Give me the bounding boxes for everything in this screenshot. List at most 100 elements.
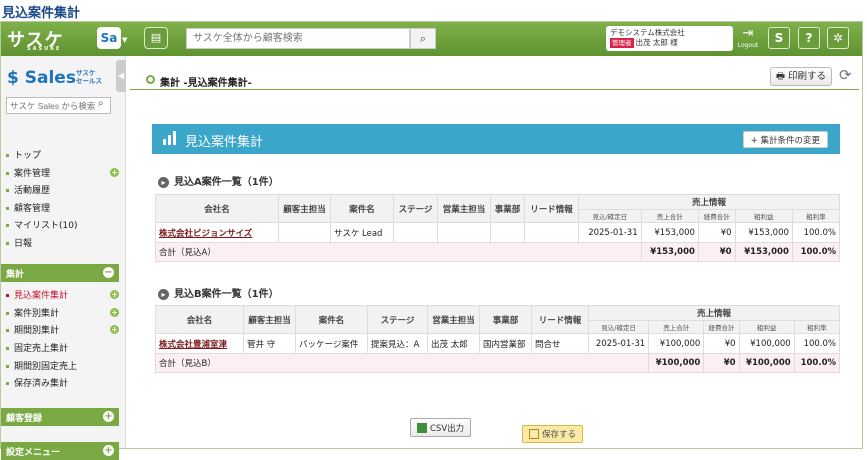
search-icon[interactable]: ⌕ bbox=[98, 98, 104, 109]
sidebar-search-input[interactable] bbox=[6, 97, 111, 114]
user-info[interactable]: デモシステム株式会社 管理者 出茂 太郎 様 bbox=[606, 26, 733, 51]
cell-expense-total: ¥0 bbox=[697, 222, 736, 243]
col-division: 事業部 bbox=[490, 194, 525, 223]
col-expense-total: 経費合計 bbox=[703, 320, 740, 334]
col-sales-info: 売上情報 bbox=[588, 305, 840, 321]
company-link[interactable]: 株式会社ビジョンサイズ bbox=[155, 222, 279, 243]
company-link[interactable]: 株式会社豊浦室津 bbox=[155, 333, 244, 354]
cell-division bbox=[490, 222, 525, 243]
col-division: 事業部 bbox=[479, 305, 532, 334]
breadcrumb-icon bbox=[146, 75, 155, 84]
col-date: 見込/確定日 bbox=[587, 320, 650, 334]
bar-chart-icon bbox=[163, 131, 176, 145]
col-margin: 粗利率 bbox=[791, 209, 841, 223]
reload-icon[interactable]: ⟳ bbox=[839, 66, 852, 84]
sidebar-item-saved-totals[interactable]: 保存済み集計 bbox=[6, 376, 68, 389]
forecast-b-table: 会社名 顧客主担当 案件名 ステージ 営業主担当 事業部 リード情報 売上情報 … bbox=[154, 305, 841, 373]
save-button[interactable]: 保存する bbox=[522, 425, 584, 443]
chevron-down-icon[interactable]: ▼ bbox=[122, 36, 127, 44]
banner-title: 見込案件集計 bbox=[185, 135, 264, 150]
col-sales-total: 売上合計 bbox=[640, 209, 699, 223]
total-gross-profit: ¥100,000 bbox=[738, 353, 795, 373]
help-icon[interactable]: ? bbox=[798, 27, 820, 49]
table-row: 株式会社ビジョンサイズ サスケ Lead 2025-01-31 ¥153,000… bbox=[155, 222, 841, 243]
csv-icon bbox=[417, 423, 427, 433]
col-company: 会社名 bbox=[155, 305, 244, 334]
sidebar-section-total[interactable]: 集計 − bbox=[1, 264, 119, 282]
sidebar-item-daily-report[interactable]: 日報 bbox=[6, 236, 32, 249]
collapse-sidebar-button[interactable]: ◀ bbox=[116, 60, 126, 92]
total-expense: ¥0 bbox=[703, 353, 740, 373]
logout-label: Logout bbox=[737, 42, 759, 49]
page-title: 見込案件集計 bbox=[2, 6, 81, 21]
sidebar-item-forecast-total[interactable]: 見込案件集計 bbox=[6, 288, 68, 301]
cell-margin: 100.0% bbox=[793, 333, 841, 354]
cell-margin: 100.0% bbox=[791, 222, 841, 243]
cell-customer-rep: 菅井 守 bbox=[243, 333, 296, 354]
cell-stage: 提案見込：A bbox=[367, 333, 428, 354]
col-expense-total: 経費合計 bbox=[697, 209, 736, 223]
cell-lead bbox=[524, 222, 579, 243]
sidebar-item-deal-total[interactable]: 案件別集計 bbox=[6, 306, 59, 319]
gear-icon[interactable]: ✲ bbox=[827, 27, 849, 49]
col-gross-profit: 粗利益 bbox=[734, 209, 793, 223]
sidebar-item-activity[interactable]: 活動履歴 bbox=[6, 183, 50, 196]
user-name: 出茂 太郎 様 bbox=[635, 38, 678, 47]
forecast-a-table: 会社名 顧客主担当 案件名 ステージ 営業主担当 事業部 リード情報 売上情報 … bbox=[155, 194, 841, 262]
sidebar-item-period-fixed-sales[interactable]: 期間別固定売上 bbox=[6, 359, 77, 372]
message-icon[interactable]: ▤ bbox=[144, 27, 168, 49]
cell-deal: サスケ Lead bbox=[330, 222, 394, 243]
add-icon[interactable]: + bbox=[110, 290, 119, 299]
col-sales-info: 売上情報 bbox=[578, 194, 840, 210]
plus-icon: + bbox=[103, 411, 114, 422]
logout-button[interactable]: ⇥ Logout bbox=[737, 26, 759, 52]
global-search-input[interactable] bbox=[186, 28, 410, 49]
top-bar: サスケ SASUKE Sa ▼ ▤ ⌕ デモシステム株式会社 管理者出茂 太郎 … bbox=[1, 22, 862, 56]
role-badge: 管理者 bbox=[610, 38, 634, 48]
sidebar-item-deals[interactable]: 案件管理 bbox=[6, 166, 50, 179]
sidebar-item-period-total[interactable]: 期間別集計 bbox=[6, 323, 59, 336]
cell-lead: 問合せ bbox=[531, 333, 589, 354]
sasuke-logo[interactable]: サスケ SASUKE bbox=[7, 26, 64, 52]
col-sales-rep: 営業主担当 bbox=[437, 194, 491, 223]
sidebar-item-fixed-sales[interactable]: 固定売上集計 bbox=[6, 341, 68, 354]
cell-gross-profit: ¥100,000 bbox=[738, 333, 795, 354]
app-switcher-button[interactable]: Sa bbox=[97, 27, 121, 49]
print-button[interactable]: 🖶 印刷する bbox=[770, 67, 832, 86]
col-margin: 粗利率 bbox=[793, 320, 841, 334]
sasuke-home-icon[interactable]: S bbox=[768, 27, 790, 49]
cell-sales-total: ¥153,000 bbox=[640, 222, 699, 243]
total-label: 合計（見込A） bbox=[155, 242, 642, 262]
total-sales: ¥100,000 bbox=[648, 353, 705, 373]
col-deal: 案件名 bbox=[330, 194, 394, 223]
sidebar-item-customers[interactable]: 顧客管理 bbox=[6, 201, 50, 214]
save-icon bbox=[529, 429, 539, 439]
logo-subtext: SASUKE bbox=[27, 46, 62, 52]
search-icon[interactable]: ⌕ bbox=[410, 28, 436, 49]
total-expense: ¥0 bbox=[697, 242, 736, 262]
add-deal-icon[interactable]: + bbox=[110, 168, 119, 177]
cell-sales-rep: 出茂 太郎 bbox=[427, 333, 480, 354]
table-row: 株式会社豊浦室津 菅井 守 パッケージ案件 提案見込：A 出茂 太郎 国内営業部… bbox=[155, 333, 841, 354]
total-sales: ¥153,000 bbox=[640, 242, 699, 262]
col-customer-rep: 顧客主担当 bbox=[243, 305, 296, 334]
sidebar: $ Sales サスケセールス ◀ ⌕ トップ 案件管理 + 活動履歴 顧客管理… bbox=[1, 56, 126, 460]
col-deal: 案件名 bbox=[295, 305, 368, 334]
sales-logo-sub: サスケ セールス bbox=[76, 69, 102, 85]
add-icon[interactable]: + bbox=[110, 308, 119, 317]
change-conditions-button[interactable]: + 集計条件の変更 bbox=[742, 131, 828, 148]
cell-deal: パッケージ案件 bbox=[295, 333, 368, 354]
sidebar-item-mylist[interactable]: マイリスト(10) bbox=[6, 218, 77, 231]
page-banner: 見込案件集計 + 集計条件の変更 bbox=[152, 124, 840, 154]
col-stage: ステージ bbox=[367, 305, 428, 334]
minus-icon: − bbox=[103, 267, 114, 278]
sidebar-section-settings[interactable]: 設定メニュー + bbox=[1, 442, 119, 460]
csv-export-button[interactable]: CSV出力 bbox=[410, 418, 472, 437]
sidebar-section-customer-register[interactable]: 顧客登録 + bbox=[1, 408, 119, 426]
main-content: 集計 -見込案件集計- 🖶 印刷する ⟳ 見込案件集計 + 集計条件の変更 見込… bbox=[127, 56, 862, 448]
sidebar-item-top[interactable]: トップ bbox=[6, 148, 41, 161]
total-margin: 100.0% bbox=[793, 353, 841, 373]
cell-date: 2025-01-31 bbox=[587, 333, 650, 354]
add-icon[interactable]: + bbox=[110, 325, 119, 334]
col-sales-rep: 営業主担当 bbox=[427, 305, 480, 334]
